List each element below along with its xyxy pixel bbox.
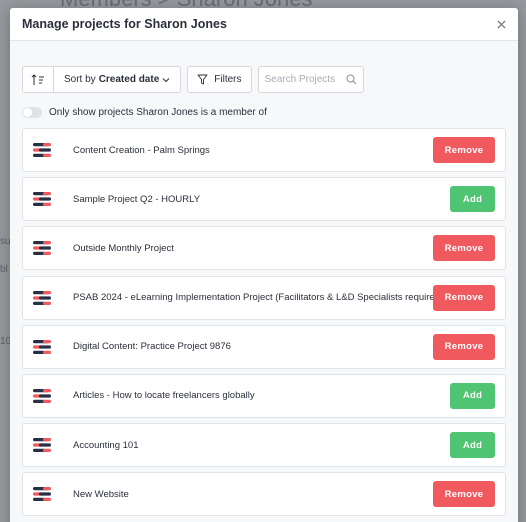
project-row: Articles - How to locate freelancers glo… xyxy=(22,373,506,418)
close-button[interactable] xyxy=(493,16,509,32)
project-icon xyxy=(33,339,51,354)
project-row: PSAB 2024 - eLearning Implementation Pro… xyxy=(22,275,506,320)
project-name: Outside Monthly Project xyxy=(73,242,174,254)
project-row: Outside Monthly Project Remove xyxy=(22,226,506,271)
search-input[interactable] xyxy=(264,74,345,85)
project-icon xyxy=(33,290,51,305)
project-icon xyxy=(33,143,51,157)
member-only-toggle[interactable] xyxy=(22,107,42,118)
add-button[interactable]: Add xyxy=(450,186,495,213)
remove-button[interactable]: Remove xyxy=(433,235,495,262)
project-row: Digital Content: Practice Project 9876 R… xyxy=(22,324,506,369)
project-row: New Website Remove xyxy=(22,472,506,517)
remove-button[interactable]: Remove xyxy=(433,284,495,311)
project-name: Accounting 101 xyxy=(73,439,139,451)
project-name: Sample Project Q2 - HOURLY xyxy=(73,193,201,205)
search-icon xyxy=(346,74,356,85)
project-icon xyxy=(33,388,51,403)
manage-projects-modal: Manage projects for Sharon Jones Sort by… xyxy=(10,8,518,522)
add-button[interactable]: Add xyxy=(450,382,495,409)
project-name: Digital Content: Practice Project 9876 xyxy=(73,341,231,353)
remove-button[interactable]: Remove xyxy=(433,333,495,360)
project-row: Sample Project Q2 - HOURLY Add xyxy=(22,177,506,222)
project-icon xyxy=(33,192,51,207)
sort-direction-button[interactable] xyxy=(23,67,54,92)
project-name: Articles - How to locate freelancers glo… xyxy=(73,390,255,402)
add-button[interactable]: Add xyxy=(450,432,495,459)
project-row: Content Creation - Palm Springs Remove xyxy=(22,128,506,172)
filters-button[interactable]: Filters xyxy=(187,66,252,93)
close-icon xyxy=(496,19,506,29)
sort-control: Sort by Created date xyxy=(22,66,182,93)
modal-header: Manage projects for Sharon Jones xyxy=(10,8,518,41)
sort-by-prefix: Sort by xyxy=(64,74,96,85)
chevron-down-icon xyxy=(162,77,170,82)
project-row: Accounting 101 Add xyxy=(22,423,506,468)
toolbar: Sort by Created date Filters xyxy=(22,66,364,93)
member-only-label: Only show projects Sharon Jones is a mem… xyxy=(49,107,267,118)
sort-by-dropdown[interactable]: Sort by Created date xyxy=(54,67,180,92)
remove-button[interactable]: Remove xyxy=(433,481,495,508)
project-list: Content Creation - Palm Springs Remove S… xyxy=(22,128,506,522)
sort-direction-icon xyxy=(31,73,44,85)
project-name: New Website xyxy=(73,488,129,500)
sort-by-value: Created date xyxy=(98,74,160,85)
filter-icon xyxy=(197,74,208,85)
project-icon xyxy=(33,241,51,256)
project-icon xyxy=(33,487,51,502)
project-name: Content Creation - Palm Springs xyxy=(73,144,210,156)
project-name: PSAB 2024 - eLearning Implementation Pro… xyxy=(73,292,433,304)
remove-button[interactable]: Remove xyxy=(433,137,495,163)
member-filter-row: Only show projects Sharon Jones is a mem… xyxy=(22,107,267,118)
project-icon xyxy=(33,438,51,453)
modal-title: Manage projects for Sharon Jones xyxy=(22,17,227,31)
filters-label: Filters xyxy=(214,74,242,85)
search-box xyxy=(257,66,364,93)
